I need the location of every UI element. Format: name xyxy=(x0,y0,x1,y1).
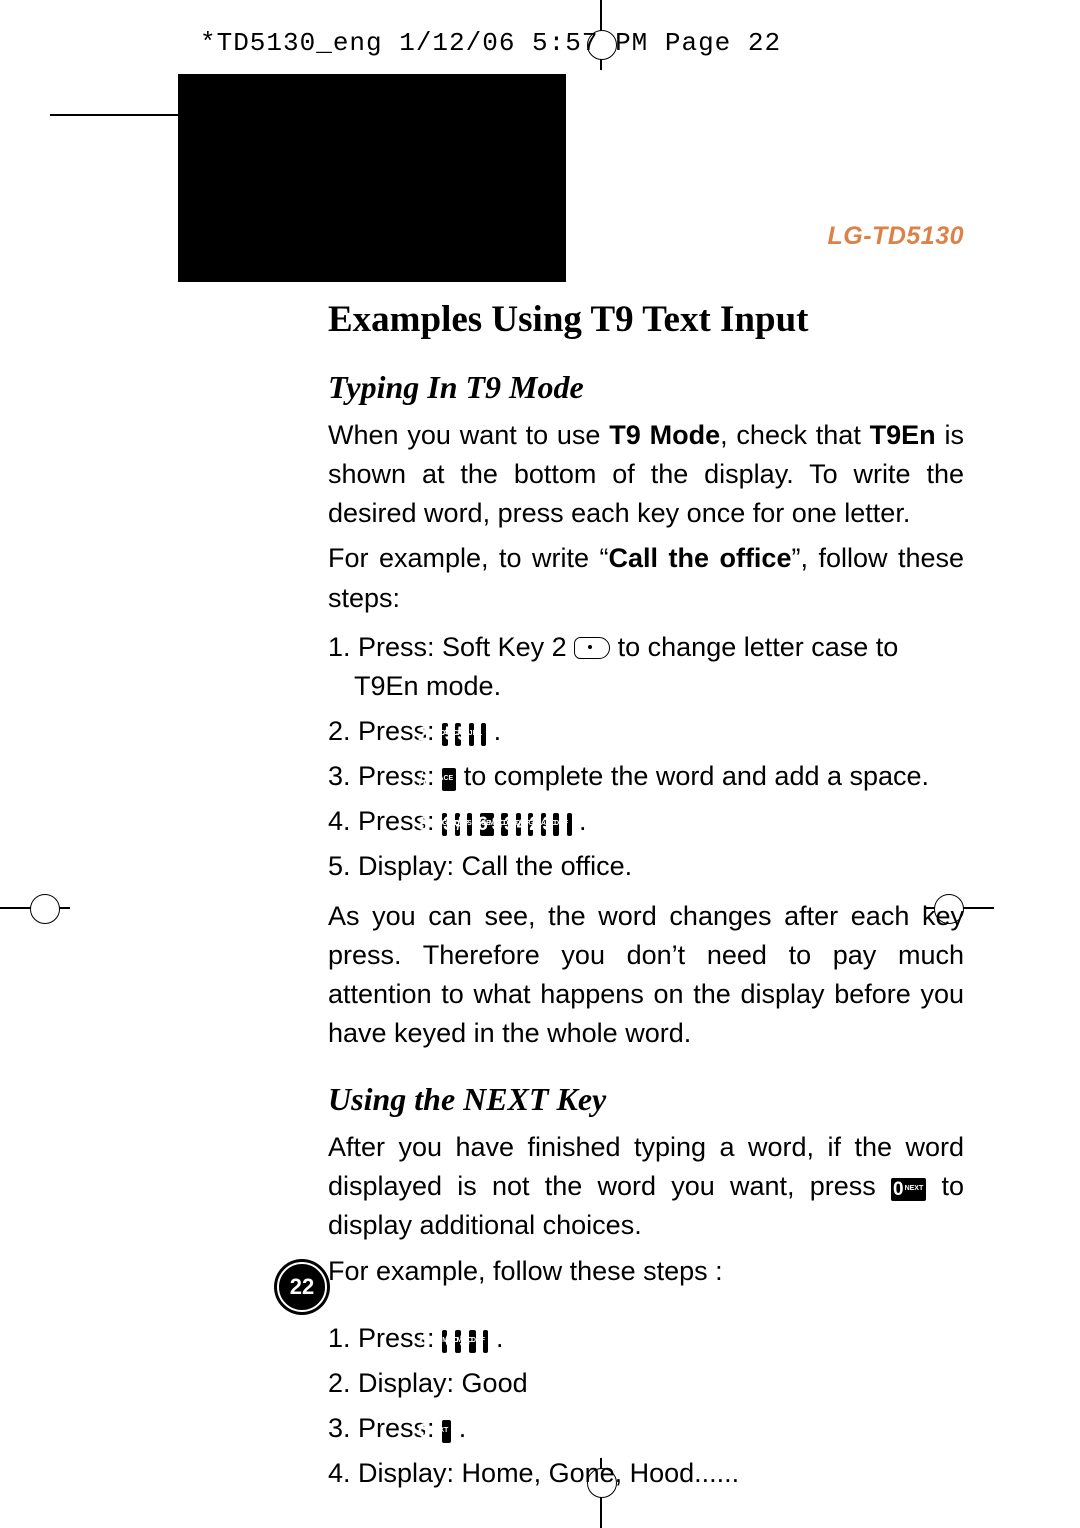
bold: Call the office xyxy=(608,543,791,573)
bold: T9 Mode xyxy=(609,420,720,450)
step2-2: 2. Display: Good xyxy=(328,1364,964,1403)
para-example-lead: For example, to write “Call the office”,… xyxy=(328,539,964,617)
model-label: LG-TD5130 xyxy=(828,222,964,251)
key-3def-icon: 3DEF xyxy=(483,1330,488,1353)
para-next-intro: After you have finished typing a word, i… xyxy=(328,1128,964,1245)
section-title: Examples Using T9 Text Input xyxy=(328,298,964,341)
txt: to complete the word and add a space. xyxy=(464,761,929,791)
txt: 1. Press: Soft Key 2 xyxy=(328,632,574,662)
key-3def-icon: 3DEF xyxy=(567,813,572,836)
key-0next-icon: 0NEXT xyxy=(442,1420,451,1443)
step-2: 2. Press: 2ABC 2ABC 5JKL 5JKL . xyxy=(328,712,964,751)
step-4: 4. Press: 8TUV 4GHI 3DEF #SPACE 6MNO 3DE… xyxy=(328,802,964,841)
step-1: 1. Press: Soft Key 2 to change letter ca… xyxy=(328,628,964,706)
page-content: Examples Using T9 Text Input Typing In T… xyxy=(328,298,964,1503)
txt: When you want to use xyxy=(328,420,609,450)
crop-circle-left xyxy=(30,894,60,924)
step2-3: 3. Press: 0NEXT . xyxy=(328,1409,964,1448)
para-next-lead: For example, follow these steps : xyxy=(328,1252,964,1291)
txt: For example, to write “ xyxy=(328,543,608,573)
key-hash-space-icon: #SPACE xyxy=(442,768,456,791)
print-header: *TD5130_eng 1/12/06 5:57 PM Page 22 xyxy=(200,28,781,58)
txt: After you have finished typing a word, i… xyxy=(328,1132,964,1201)
bold: T9En xyxy=(870,420,936,450)
para-intro: When you want to use T9 Mode, check that… xyxy=(328,416,964,533)
step2-4: 4. Display: Home, Gone, Hood...... xyxy=(328,1454,964,1493)
steps-2: 1. Press: 4GHI 6MNO 6MNO 3DEF . 2. Displ… xyxy=(328,1319,964,1494)
step-5: 5. Display: Call the office. xyxy=(328,847,964,886)
txt: , check that xyxy=(720,420,870,450)
top-rule xyxy=(50,114,180,116)
para-note: As you can see, the word changes after e… xyxy=(328,897,964,1054)
tab-block xyxy=(178,74,566,282)
subsection-typing: Typing In T9 Mode xyxy=(328,369,964,406)
key-0next-icon: 0NEXT xyxy=(891,1178,926,1201)
softkey2-icon xyxy=(574,637,610,659)
step2-1: 1. Press: 4GHI 6MNO 6MNO 3DEF . xyxy=(328,1319,964,1358)
subsection-next: Using the NEXT Key xyxy=(328,1081,964,1118)
key-5jkl-icon: 5JKL xyxy=(481,723,486,746)
step-3: 3. Press: #SPACE to complete the word an… xyxy=(328,757,964,796)
page-number-badge: 22 xyxy=(277,1262,327,1312)
steps-1: 1. Press: Soft Key 2 to change letter ca… xyxy=(328,628,964,887)
